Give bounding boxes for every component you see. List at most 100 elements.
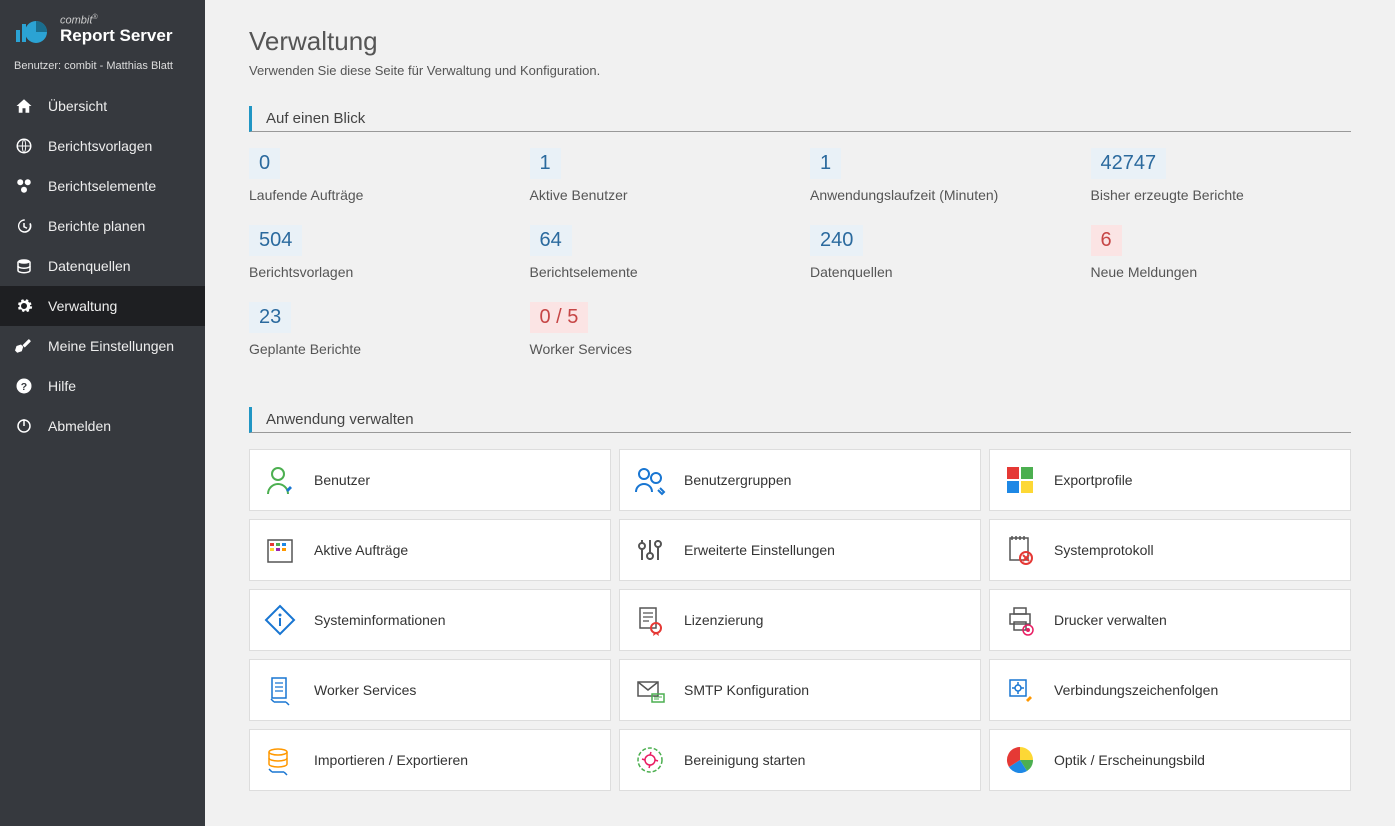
- power-icon: [14, 416, 34, 436]
- nav-label: Abmelden: [48, 418, 111, 434]
- stat-elements[interactable]: 64 Berichtselemente: [530, 225, 791, 280]
- info-diamond-icon: [264, 604, 296, 636]
- nav-plan[interactable]: Berichte planen: [0, 206, 205, 246]
- nav-help[interactable]: ? Hilfe: [0, 366, 205, 406]
- tile-advanced-settings[interactable]: Erweiterte Einstellungen: [619, 519, 981, 581]
- nav-label: Berichtselemente: [48, 178, 156, 194]
- stat-label: Bisher erzeugte Berichte: [1091, 187, 1352, 203]
- pie-chart-icon: [1004, 744, 1036, 776]
- stat-label: Aktive Benutzer: [530, 187, 791, 203]
- tile-label: Systemprotokoll: [1054, 542, 1154, 558]
- tile-printers[interactable]: Drucker verwalten: [989, 589, 1351, 651]
- stat-reports-total[interactable]: 42747 Bisher erzeugte Berichte: [1091, 148, 1352, 203]
- tile-groups[interactable]: Benutzergruppen: [619, 449, 981, 511]
- tile-worker-services[interactable]: Worker Services: [249, 659, 611, 721]
- tile-label: Aktive Aufträge: [314, 542, 408, 558]
- stat-label: Laufende Aufträge: [249, 187, 510, 203]
- nav-templates[interactable]: Berichtsvorlagen: [0, 126, 205, 166]
- page-subtitle: Verwenden Sie diese Seite für Verwaltung…: [249, 63, 1351, 78]
- history-icon: [14, 216, 34, 236]
- gear-icon: [14, 296, 34, 316]
- database-transfer-icon: [264, 744, 296, 776]
- nav-label: Verwaltung: [48, 298, 117, 314]
- page-title: Verwaltung: [249, 26, 1351, 57]
- stat-value: 504: [249, 225, 302, 256]
- tile-cleanup[interactable]: Bereinigung starten: [619, 729, 981, 791]
- nav-label: Berichte planen: [48, 218, 145, 234]
- help-icon: ?: [14, 376, 34, 396]
- tools-icon: [14, 336, 34, 356]
- stat-running-jobs[interactable]: 0 Laufende Aufträge: [249, 148, 510, 203]
- stat-value: 23: [249, 302, 291, 333]
- stat-uptime[interactable]: 1 Anwendungslaufzeit (Minuten): [810, 148, 1071, 203]
- tile-active-jobs[interactable]: Aktive Aufträge: [249, 519, 611, 581]
- tile-system-log[interactable]: Systemprotokoll: [989, 519, 1351, 581]
- stat-scheduled[interactable]: 23 Geplante Berichte: [249, 302, 510, 357]
- stat-label: Berichtselemente: [530, 264, 791, 280]
- stat-label: Neue Meldungen: [1091, 264, 1352, 280]
- stat-value: 1: [810, 148, 841, 179]
- tile-import-export[interactable]: Importieren / Exportieren: [249, 729, 611, 791]
- tile-system-info[interactable]: Systeminformationen: [249, 589, 611, 651]
- stat-templates[interactable]: 504 Berichtsvorlagen: [249, 225, 510, 280]
- printer-gear-icon: [1004, 604, 1036, 636]
- stat-active-users[interactable]: 1 Aktive Benutzer: [530, 148, 791, 203]
- home-icon: [14, 96, 34, 116]
- tile-appearance[interactable]: Optik / Erscheinungsbild: [989, 729, 1351, 791]
- stat-value: 1: [530, 148, 561, 179]
- svg-text:?: ?: [21, 381, 27, 393]
- document-sync-icon: [264, 674, 296, 706]
- nav-label: Meine Einstellungen: [48, 338, 174, 354]
- stat-value: 64: [530, 225, 572, 256]
- tile-license[interactable]: Lizenzierung: [619, 589, 981, 651]
- nav-logout[interactable]: Abmelden: [0, 406, 205, 446]
- stat-label: Datenquellen: [810, 264, 1071, 280]
- sliders-icon: [634, 534, 666, 566]
- brand-main: Report Server: [60, 27, 172, 46]
- tile-smtp[interactable]: SMTP Konfiguration: [619, 659, 981, 721]
- tile-label: SMTP Konfiguration: [684, 682, 809, 698]
- tiles-grid: Benutzer Benutzergruppen Exportprofile A…: [249, 449, 1351, 791]
- nav-settings[interactable]: Meine Einstellungen: [0, 326, 205, 366]
- globe-icon: [14, 136, 34, 156]
- tile-label: Worker Services: [314, 682, 416, 698]
- nav-datasources[interactable]: Datenquellen: [0, 246, 205, 286]
- tile-label: Verbindungszeichenfolgen: [1054, 682, 1218, 698]
- brand-logo: combit® Report Server: [0, 0, 205, 56]
- tile-label: Benutzergruppen: [684, 472, 791, 488]
- nav-elements[interactable]: Berichtselemente: [0, 166, 205, 206]
- stat-value: 0: [249, 148, 280, 179]
- sidebar: combit® Report Server Benutzer: combit -…: [0, 0, 205, 826]
- tile-label: Drucker verwalten: [1054, 612, 1167, 628]
- combit-logo-icon: [14, 12, 50, 48]
- stat-value: 0 / 5: [530, 302, 589, 333]
- nav-label: Berichtsvorlagen: [48, 138, 152, 154]
- stat-value: 42747: [1091, 148, 1167, 179]
- export-profiles-icon: [1004, 464, 1036, 496]
- stat-label: Anwendungslaufzeit (Minuten): [810, 187, 1071, 203]
- tile-users[interactable]: Benutzer: [249, 449, 611, 511]
- stat-value: 240: [810, 225, 863, 256]
- connection-edit-icon: [1004, 674, 1036, 706]
- section-glance-header: Auf einen Blick: [249, 106, 1351, 132]
- stat-workers[interactable]: 0 / 5Worker Services: [530, 302, 791, 357]
- nav: Übersicht Berichtsvorlagen Berichtseleme…: [0, 86, 205, 446]
- nav-overview[interactable]: Übersicht: [0, 86, 205, 126]
- stat-label: Berichtsvorlagen: [249, 264, 510, 280]
- nav-label: Übersicht: [48, 98, 107, 114]
- tile-export[interactable]: Exportprofile: [989, 449, 1351, 511]
- nav-admin[interactable]: Verwaltung: [0, 286, 205, 326]
- stat-label: Geplante Berichte: [249, 341, 510, 357]
- nav-label: Datenquellen: [48, 258, 131, 274]
- database-icon: [14, 256, 34, 276]
- brand-sup: ®: [92, 14, 97, 21]
- stat-messages[interactable]: 6 Neue Meldungen: [1091, 225, 1352, 280]
- calendar-grid-icon: [264, 534, 296, 566]
- stat-datasources[interactable]: 240 Datenquellen: [810, 225, 1071, 280]
- tile-connection-strings[interactable]: Verbindungszeichenfolgen: [989, 659, 1351, 721]
- users-group-icon: [634, 464, 666, 496]
- tile-label: Erweiterte Einstellungen: [684, 542, 835, 558]
- stat-value: 6: [1091, 225, 1122, 256]
- stats-grid: 0 Laufende Aufträge 1 Aktive Benutzer 1 Anw…: [249, 148, 1351, 379]
- certificate-icon: [634, 604, 666, 636]
